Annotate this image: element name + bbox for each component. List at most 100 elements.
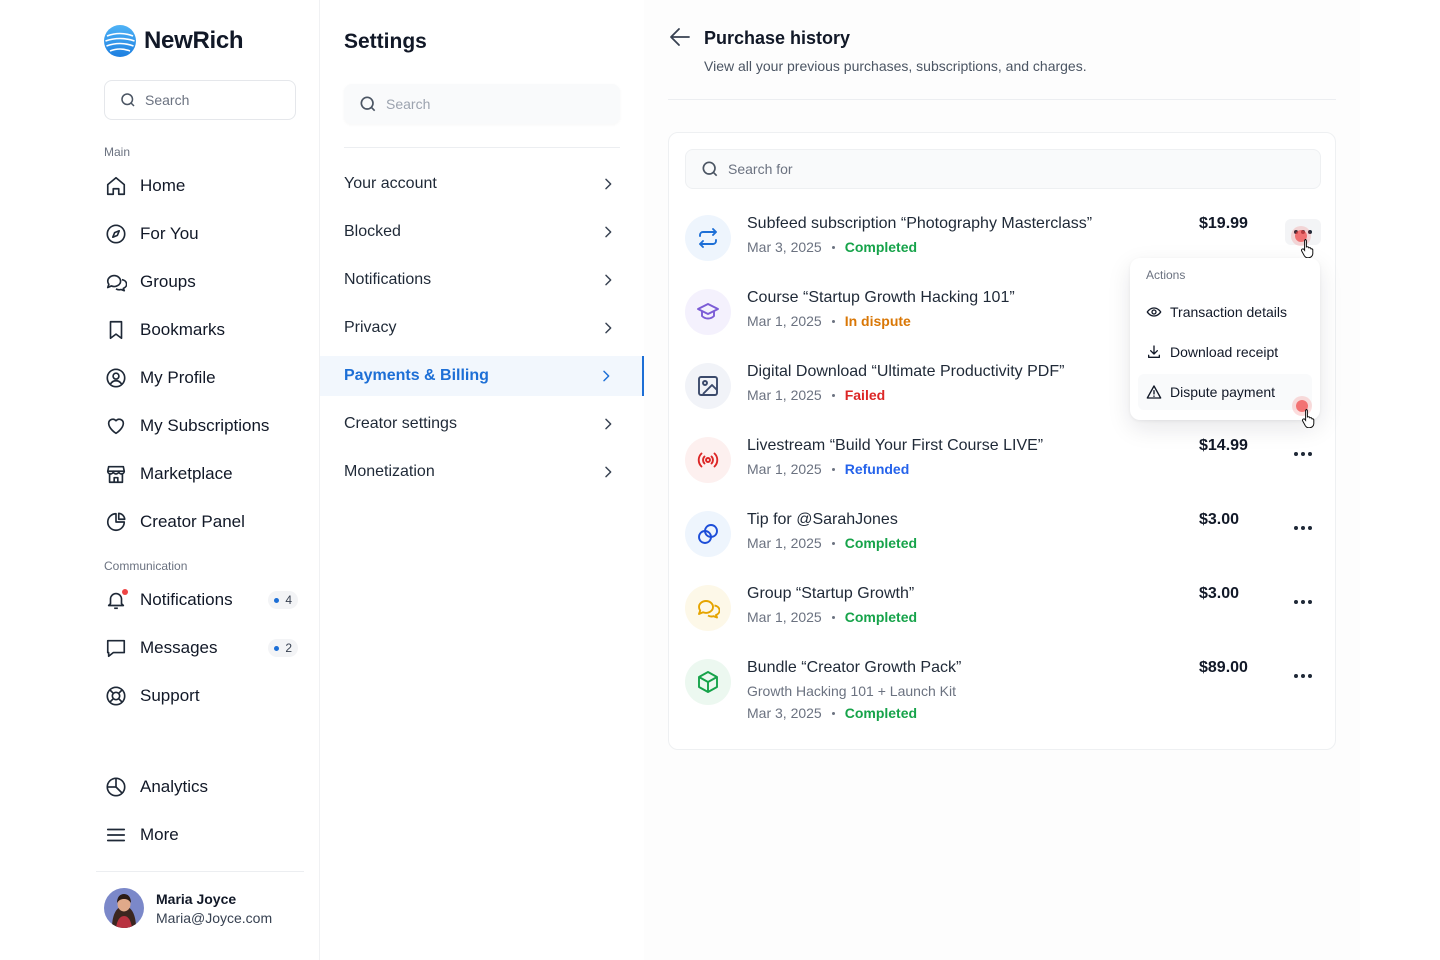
settings-item-creator-settings[interactable]: Creator settings [320,404,644,444]
row-actions-button[interactable] [1285,589,1321,615]
more-dots-icon [1294,526,1312,530]
purchase-row[interactable]: Bundle “Creator Growth Pack” Growth Hack… [685,659,1321,739]
header-divider [668,99,1336,100]
user-profile-card[interactable]: Maria Joyce Maria@Joyce.com [104,888,272,928]
purchase-title: Bundle “Creator Growth Pack” [747,659,962,676]
purchase-meta: Mar 1, 2025 Completed [747,609,917,625]
search-icon [360,96,376,112]
transaction-details-menu-item[interactable]: Transaction details [1138,294,1312,330]
sidebar-item-label: Bookmarks [140,320,226,339]
row-actions-button[interactable] [1285,663,1321,689]
user-email: Maria@Joyce.com [156,909,273,926]
bookmark-icon [104,318,128,342]
purchase-row[interactable]: Tip for @SarahJones Mar 1, 2025 Complete… [685,511,1321,571]
settings-item-privacy[interactable]: Privacy [320,308,644,348]
chat-bubbles-icon [104,270,128,294]
sidebar-item-support[interactable]: Support [104,680,300,712]
settings-search[interactable] [344,84,620,124]
purchase-meta: Mar 1, 2025 Refunded [747,461,909,477]
settings-item-label: Blocked [344,223,401,240]
settings-search-input[interactable] [386,96,586,112]
newrich-logo-icon [104,25,136,57]
sidebar-item-home[interactable]: Home [104,170,300,202]
status-badge: Completed [844,609,918,625]
sidebar-item-label: Groups [140,272,196,291]
sidebar-item-label: Analytics [140,777,209,796]
settings-item-your-account[interactable]: Your account [320,164,644,204]
home-icon [104,174,128,198]
purchase-row[interactable]: Livestream “Build Your First Course LIVE… [685,437,1321,497]
eye-icon [1146,307,1162,317]
sidebar-item-messages[interactable]: Messages 2 [104,632,300,664]
sidebar-item-marketplace[interactable]: Marketplace [104,458,300,490]
sidebar-item-label: Marketplace [140,464,233,483]
purchase-title: Digital Download “Ultimate Productivity … [747,363,1065,380]
settings-item-label: Creator settings [344,415,457,432]
row-actions-button[interactable] [1285,441,1321,467]
avatar[interactable] [104,888,144,928]
sidebar-item-bookmarks[interactable]: Bookmarks [104,314,300,346]
graduation-cap-icon [685,289,731,335]
purchase-title: Livestream “Build Your First Course LIVE… [747,437,1044,454]
store-icon [104,462,128,486]
purchase-date: Mar 1, 2025 [747,535,822,551]
package-box-icon [685,659,731,705]
row-actions-button[interactable] [1285,515,1321,541]
sidebar-item-notifications[interactable]: Notifications 4 [104,584,300,616]
purchase-history-panel: Purchase history View all your previous … [644,0,1360,960]
sidebar-item-label: My Subscriptions [140,416,270,435]
purchase-date: Mar 1, 2025 [747,609,822,625]
purchase-search-input[interactable] [728,161,1288,177]
main-sidebar: NewRich Main Home For You Groups Bookmar… [0,0,320,960]
chevron-right-icon [605,322,612,334]
chat-bubbles-icon [685,585,731,631]
sidebar-item-my-subscriptions[interactable]: My Subscriptions [104,410,300,442]
purchase-subtitle: Growth Hacking 101 + Launch Kit [747,683,956,699]
warning-icon [1146,385,1162,399]
status-badge: Failed [844,387,886,403]
settings-item-monetization[interactable]: Monetization [320,452,644,492]
purchase-meta: Mar 1, 2025 Failed [747,387,885,403]
settings-item-blocked[interactable]: Blocked [320,212,644,252]
purchase-search[interactable] [685,149,1321,189]
search-icon [121,93,135,107]
sidebar-item-analytics[interactable]: Analytics [104,771,300,803]
purchase-date: Mar 3, 2025 [747,705,822,721]
purchase-date: Mar 1, 2025 [747,313,822,329]
pie-chart-icon [104,510,128,534]
status-badge: Refunded [844,461,910,477]
sidebar-item-label: Home [140,176,186,195]
sidebar-item-groups[interactable]: Groups [104,266,300,298]
brand-logo[interactable]: NewRich [104,25,244,57]
sidebar-item-creator-panel[interactable]: Creator Panel [104,506,300,538]
settings-item-label: Privacy [344,319,397,336]
sidebar-item-more[interactable]: More [104,819,300,851]
back-arrow-icon[interactable] [668,26,692,48]
chevron-right-icon [603,370,610,382]
settings-item-payments-billing[interactable]: Payments & Billing [320,356,644,396]
brand-name: NewRich [144,27,244,54]
sidebar-item-my-profile[interactable]: My Profile [104,362,300,394]
dispute-payment-menu-item[interactable]: Dispute payment [1138,374,1312,410]
purchase-row[interactable]: Group “Startup Growth” Mar 1, 2025 Compl… [685,585,1321,645]
download-icon [1148,345,1160,358]
purchase-date: Mar 1, 2025 [747,387,822,403]
purchase-amount: $19.99 [1199,215,1248,232]
coins-icon [685,511,731,557]
sidebar-search[interactable] [104,80,296,120]
download-receipt-menu-item[interactable]: Download receipt [1138,334,1312,370]
sidebar-item-for-you[interactable]: For You [104,218,300,250]
chevron-right-icon [605,274,612,286]
purchase-title: Subfeed subscription “Photography Master… [747,215,1093,232]
settings-title: Settings [344,30,427,53]
image-icon [685,363,731,409]
user-circle-icon [104,366,128,390]
user-name: Maria Joyce [156,890,237,907]
purchase-amount: $3.00 [1199,511,1240,528]
settings-item-label: Payments & Billing [344,367,489,384]
purchase-amount: $14.99 [1199,437,1248,454]
sidebar-search-input[interactable] [145,92,275,108]
settings-item-notifications[interactable]: Notifications [320,260,644,300]
messages-count-badge: 2 [268,639,298,657]
sidebar-divider [96,871,304,872]
